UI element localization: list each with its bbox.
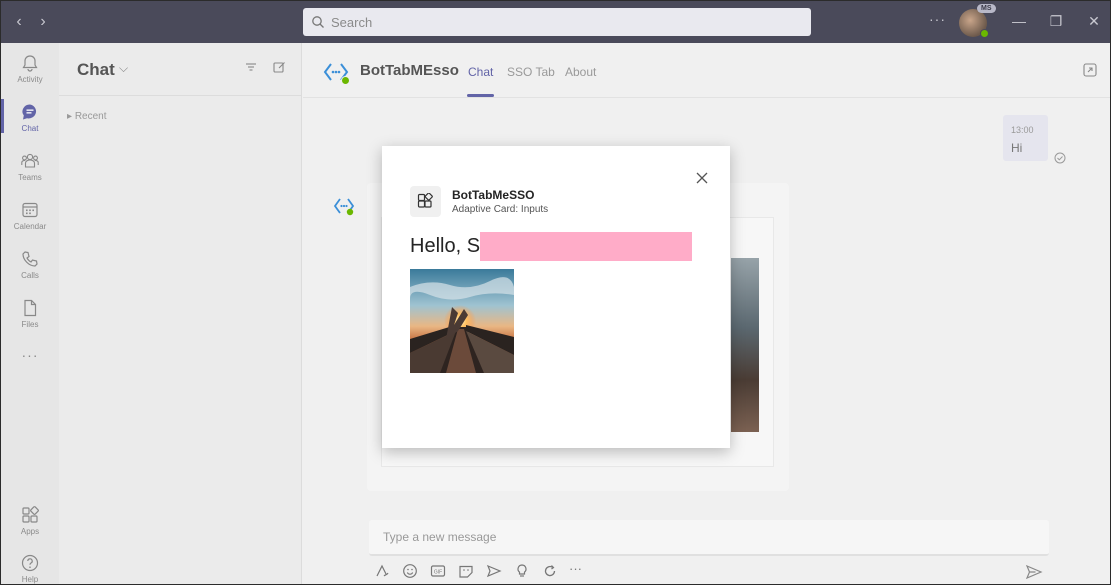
app-icon-tile [410,186,441,217]
dialog-subtitle: Adaptive Card: Inputs [452,204,549,215]
apps-icon [417,193,433,208]
redaction-box [480,232,692,261]
adaptive-card-dialog: BotTabMeSSO Adaptive Card: Inputs Hello,… [382,146,730,448]
greeting-text: Hello, S [410,235,481,257]
card-photo [410,269,514,373]
sunset-bridge-image [410,269,514,373]
close-icon[interactable] [694,170,710,186]
dialog-app-name: BotTabMeSSO [452,188,535,202]
